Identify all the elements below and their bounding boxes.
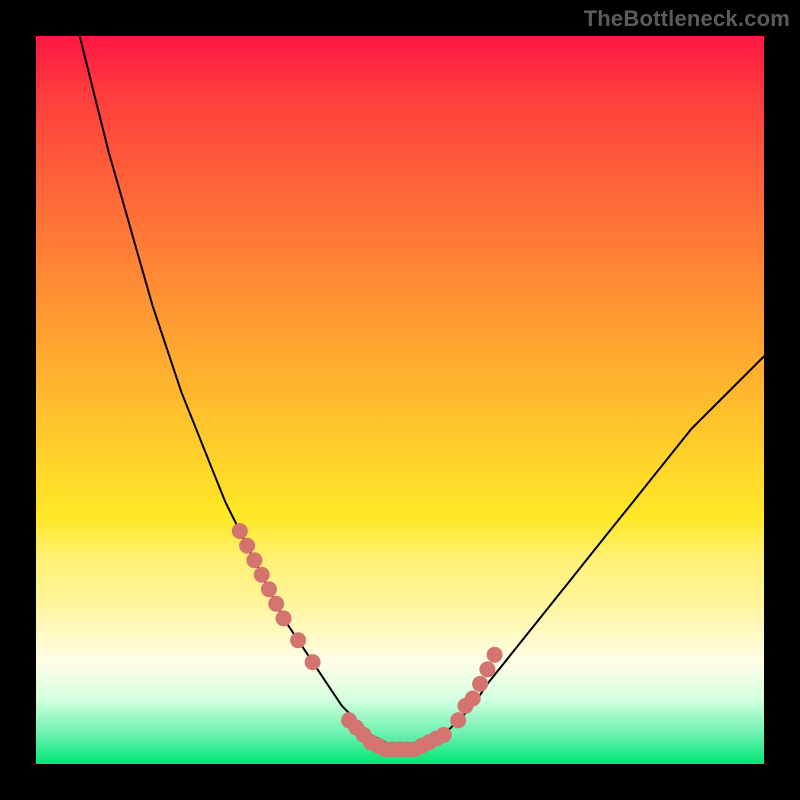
marker-dot <box>458 698 474 714</box>
marker-dot <box>232 523 248 539</box>
marker-dot <box>450 712 466 728</box>
marker-dot <box>465 691 481 707</box>
marker-dot <box>385 741 401 757</box>
marker-dot <box>254 567 270 583</box>
marker-dot <box>363 734 379 750</box>
marker-dot <box>487 647 503 663</box>
watermark-text: TheBottleneck.com <box>584 6 790 32</box>
marker-dot <box>428 731 444 747</box>
marker-dot <box>370 738 386 754</box>
marker-dot <box>246 552 262 568</box>
marker-dot <box>479 661 495 677</box>
marker-dot <box>399 741 415 757</box>
marker-dot <box>356 727 372 743</box>
marker-dot <box>421 734 437 750</box>
bottleneck-curve <box>80 36 764 749</box>
marker-dot <box>268 596 284 612</box>
marker-dot <box>261 581 277 597</box>
marker-dot <box>377 741 393 757</box>
marker-dot <box>305 654 321 670</box>
marker-dot <box>414 738 430 754</box>
marker-dot <box>436 727 452 743</box>
marker-dot <box>276 610 292 626</box>
marker-dot <box>472 676 488 692</box>
marker-dot <box>290 632 306 648</box>
plot-area <box>36 36 764 764</box>
marker-dot <box>407 741 423 757</box>
marker-dot <box>348 720 364 736</box>
marker-dot <box>392 741 408 757</box>
chart-frame: TheBottleneck.com <box>0 0 800 800</box>
marker-dot <box>341 712 357 728</box>
marker-dots <box>232 523 503 757</box>
marker-dot <box>239 538 255 554</box>
chart-svg <box>36 36 764 764</box>
